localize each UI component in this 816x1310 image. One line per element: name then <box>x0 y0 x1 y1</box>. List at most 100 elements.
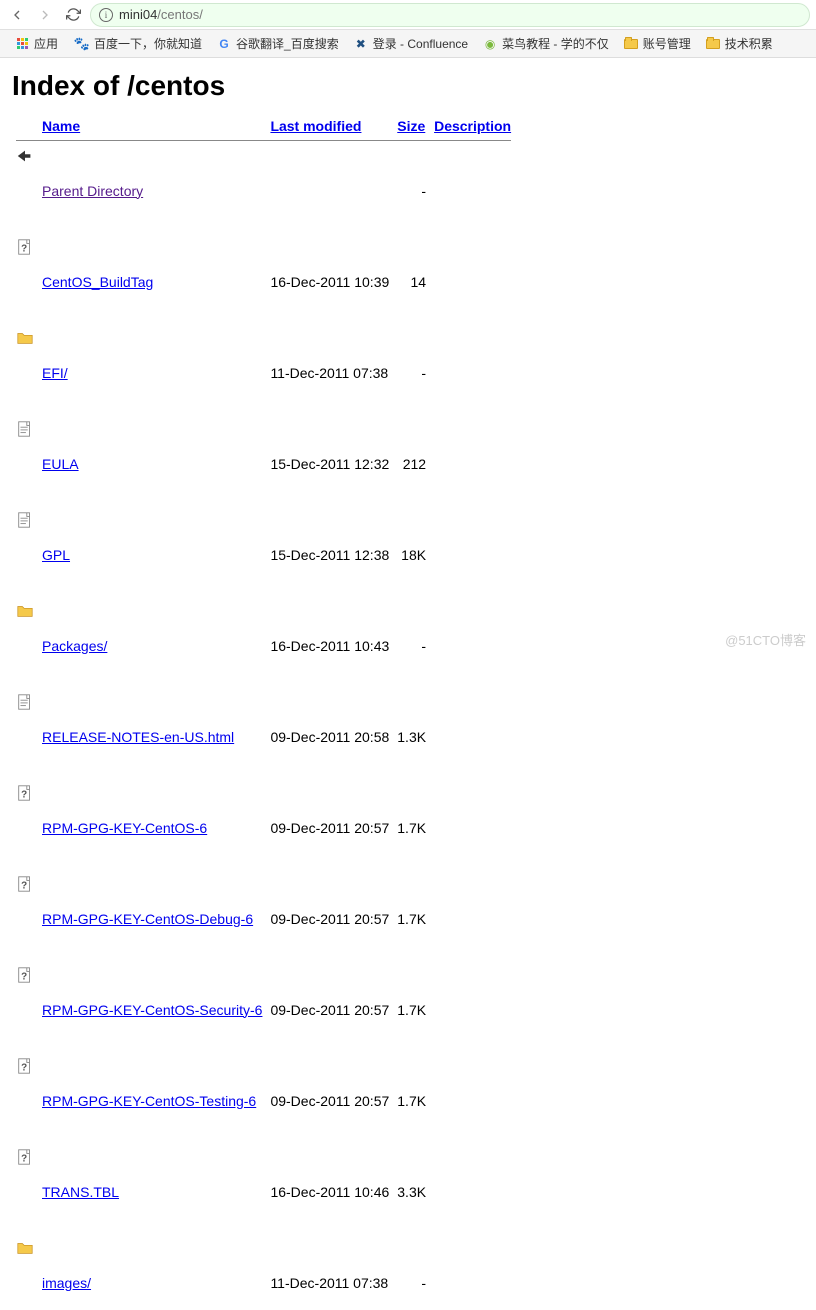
header-row: Name Last modified Size Description <box>12 116 515 136</box>
bookmark-icon: ◉ <box>482 36 498 52</box>
text-icon <box>16 693 34 711</box>
file-date: 09-Dec-2011 20:57 <box>266 1055 393 1146</box>
file-link[interactable]: TRANS.TBL <box>42 1184 119 1200</box>
unknown-icon <box>16 238 34 256</box>
back-icon <box>16 147 34 165</box>
col-modified[interactable]: Last modified <box>270 118 361 134</box>
file-size: 212 <box>393 418 430 509</box>
table-row: RPM-GPG-KEY-CentOS-Debug-6 09-Dec-2011 20… <box>12 873 515 964</box>
file-link[interactable]: Packages/ <box>42 638 107 654</box>
watermark: @51CTO博客 <box>725 630 806 649</box>
file-date: 15-Dec-2011 12:32 <box>266 418 393 509</box>
file-date: 16-Dec-2011 10:46 <box>266 1146 393 1237</box>
apps-label: 应用 <box>34 35 58 52</box>
file-link[interactable]: RPM-GPG-KEY-CentOS-6 <box>42 820 207 836</box>
file-link[interactable]: images/ <box>42 1275 91 1291</box>
apps-grid-icon <box>14 36 30 52</box>
table-row: Parent Directory- <box>12 145 515 236</box>
file-size: 1.7K <box>393 782 430 873</box>
folder-icon <box>16 329 34 347</box>
table-row: Packages/16-Dec-2011 10:43- <box>12 600 515 691</box>
file-link[interactable]: RPM-GPG-KEY-CentOS-Debug-6 <box>42 911 253 927</box>
reload-button[interactable] <box>62 4 84 26</box>
file-date: 09-Dec-2011 20:58 <box>266 691 393 782</box>
file-size: 1.7K <box>393 964 430 1055</box>
table-row: TRANS.TBL 16-Dec-2011 10:463.3K <box>12 1146 515 1237</box>
info-icon[interactable]: i <box>99 8 113 22</box>
unknown-icon <box>16 1148 34 1166</box>
table-row: RPM-GPG-KEY-CentOS-6 09-Dec-2011 20:571.7… <box>12 782 515 873</box>
folder-icon <box>16 1239 34 1257</box>
file-link[interactable]: RPM-GPG-KEY-CentOS-Testing-6 <box>42 1093 256 1109</box>
bookmark-item[interactable]: 技术积累 <box>699 33 779 54</box>
file-size: 1.7K <box>393 1055 430 1146</box>
bookmark-item[interactable]: ✖登录 - Confluence <box>347 33 474 54</box>
url-host: mini04 <box>119 7 157 22</box>
file-link[interactable]: RPM-GPG-KEY-CentOS-Security-6 <box>42 1002 262 1018</box>
file-size: - <box>393 1237 430 1310</box>
apps-button[interactable]: 应用 <box>8 33 64 54</box>
bookmark-item[interactable]: 🐾百度一下，你就知道 <box>68 33 208 54</box>
bookmark-label: 登录 - Confluence <box>373 35 468 52</box>
bookmark-label: 百度一下，你就知道 <box>94 35 202 52</box>
file-link[interactable]: RELEASE-NOTES-en-US.html <box>42 729 234 745</box>
file-date: 15-Dec-2011 12:38 <box>266 509 393 600</box>
file-date: 11-Dec-2011 07:38 <box>266 327 393 418</box>
url-path: /centos/ <box>157 7 203 22</box>
bookmark-item[interactable]: G谷歌翻译_百度搜索 <box>210 33 345 54</box>
file-date: 09-Dec-2011 20:57 <box>266 964 393 1055</box>
unknown-icon <box>16 875 34 893</box>
file-link[interactable]: CentOS_BuildTag <box>42 274 153 290</box>
file-date: 09-Dec-2011 20:57 <box>266 782 393 873</box>
file-date: 09-Dec-2011 20:57 <box>266 873 393 964</box>
url-bar[interactable]: i mini04/centos/ <box>90 3 810 27</box>
file-listing-table: Name Last modified Size Description Pare… <box>12 116 515 1310</box>
file-link[interactable]: EULA <box>42 456 79 472</box>
file-link[interactable]: EFI/ <box>42 365 68 381</box>
col-description[interactable]: Description <box>434 118 511 134</box>
file-size: - <box>393 600 430 691</box>
bookmark-item[interactable]: 账号管理 <box>617 33 697 54</box>
table-row: RPM-GPG-KEY-CentOS-Security-609-Dec-2011… <box>12 964 515 1055</box>
col-name[interactable]: Name <box>42 118 80 134</box>
table-row: RPM-GPG-KEY-CentOS-Testing-6 09-Dec-2011 … <box>12 1055 515 1146</box>
browser-toolbar: i mini04/centos/ <box>0 0 816 30</box>
back-button[interactable] <box>6 4 28 26</box>
forward-button[interactable] <box>34 4 56 26</box>
file-date: 11-Dec-2011 07:38 <box>266 1237 393 1310</box>
bookmark-item[interactable]: ◉菜鸟教程 - 学的不仅 <box>476 33 615 54</box>
file-size: 1.3K <box>393 691 430 782</box>
col-size[interactable]: Size <box>397 118 425 134</box>
file-size: - <box>393 327 430 418</box>
bookmark-icon: 🐾 <box>74 36 90 52</box>
table-row: RELEASE-NOTES-en-US.html 09-Dec-2011 20:5… <box>12 691 515 782</box>
file-size: 3.3K <box>393 1146 430 1237</box>
unknown-icon <box>16 1057 34 1075</box>
folder-icon <box>16 602 34 620</box>
file-size: 18K <box>393 509 430 600</box>
bookmark-label: 谷歌翻译_百度搜索 <box>236 35 339 52</box>
text-icon <box>16 420 34 438</box>
table-row: EULA 15-Dec-2011 12:32212 <box>12 418 515 509</box>
bookmark-label: 账号管理 <box>643 35 691 52</box>
bookmark-label: 菜鸟教程 - 学的不仅 <box>502 35 609 52</box>
table-row: EFI/11-Dec-2011 07:38- <box>12 327 515 418</box>
table-row: GPL 15-Dec-2011 12:3818K <box>12 509 515 600</box>
bookmark-icon <box>705 36 721 52</box>
table-row: CentOS_BuildTag16-Dec-2011 10:3914 <box>12 236 515 327</box>
file-size: 1.7K <box>393 873 430 964</box>
unknown-icon <box>16 966 34 984</box>
unknown-icon <box>16 784 34 802</box>
page-title: Index of /centos <box>12 70 804 102</box>
text-icon <box>16 511 34 529</box>
file-date: 16-Dec-2011 10:43 <box>266 600 393 691</box>
bookmark-icon: G <box>216 36 232 52</box>
bookmarks-bar: 应用 🐾百度一下，你就知道G谷歌翻译_百度搜索✖登录 - Confluence◉… <box>0 30 816 58</box>
file-link[interactable]: GPL <box>42 547 70 563</box>
table-row: images/11-Dec-2011 07:38- <box>12 1237 515 1310</box>
parent-directory-link[interactable]: Parent Directory <box>42 183 143 199</box>
page-content: Index of /centos Name Last modified Size… <box>0 58 816 1310</box>
bookmark-icon <box>623 36 639 52</box>
file-date: 16-Dec-2011 10:39 <box>266 236 393 327</box>
bookmark-icon: ✖ <box>353 36 369 52</box>
